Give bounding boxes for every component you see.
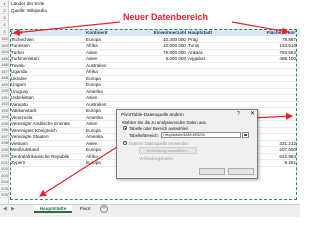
row-number[interactable]: 185 <box>0 56 9 62</box>
row-number[interactable]: 1 <box>0 1 9 7</box>
row-number[interactable]: 200 <box>0 153 9 159</box>
dialog-title: PivotTable-Datenquelle ändern <box>121 112 184 117</box>
row-number[interactable]: 188 <box>0 75 9 81</box>
row-number[interactable]: 3 <box>0 15 9 21</box>
sheet-tab-bar: ◀ ▶ Hauptstädte Pivot + <box>0 204 300 217</box>
ok-button[interactable] <box>199 168 225 175</box>
row-number[interactable]: 184 <box>0 49 9 55</box>
row-number[interactable]: 191 <box>0 95 9 101</box>
collapse-range-icon[interactable] <box>242 132 249 138</box>
info-title: Länder der Erde <box>11 1 45 6</box>
row-number[interactable]: 204 <box>0 179 9 185</box>
row-number[interactable]: 190 <box>0 88 9 94</box>
help-button[interactable]: ? <box>237 111 240 117</box>
row-number[interactable]: 206 <box>0 192 9 198</box>
connection-name-label: Verbindungsname: <box>139 156 174 161</box>
select-connection-button[interactable]: Verbindung auswählen... <box>139 147 197 154</box>
row-number[interactable]: 186 <box>0 62 9 68</box>
row-number[interactable]: 187 <box>0 69 9 75</box>
row-number[interactable]: 202 <box>0 166 9 172</box>
row-number[interactable]: 203 <box>0 173 9 179</box>
cancel-button[interactable] <box>228 168 254 175</box>
row-number[interactable]: 4 <box>0 22 9 28</box>
radio-external-source[interactable] <box>123 141 127 145</box>
row-number[interactable]: 201 <box>0 160 9 166</box>
tab-hauptstaedte[interactable]: Hauptstädte <box>34 205 72 213</box>
row-number[interactable]: 197 <box>0 134 9 140</box>
row-number[interactable]: 5 <box>0 29 9 35</box>
row-number[interactable]: 196 <box>0 127 9 133</box>
dialog-prompt: Wählen Sie die zu analysierenden Daten a… <box>122 120 207 125</box>
new-range-annotation: Neuer Datenbereich <box>123 12 209 22</box>
tab-nav-next-icon[interactable]: ▶ <box>11 206 15 212</box>
pivot-data-source-dialog[interactable]: PivotTable-Datenquelle ändern ? ✕ Wählen… <box>116 109 258 179</box>
close-icon[interactable]: ✕ <box>250 110 255 117</box>
tab-nav-prev-icon[interactable]: ◀ <box>3 206 7 212</box>
tab-pivot[interactable]: Pivot <box>74 205 96 213</box>
radio-table-range[interactable] <box>123 126 127 130</box>
row-number[interactable]: 193 <box>0 108 9 114</box>
row-number[interactable]: 2 <box>0 8 9 14</box>
row-number[interactable]: 189 <box>0 82 9 88</box>
range-input[interactable]: Hauptstädte!$A$5:$E$206 <box>161 132 241 138</box>
row-number[interactable]: 198 <box>0 140 9 146</box>
row-number[interactable]: 194 <box>0 114 9 120</box>
row-number[interactable]: 183 <box>0 43 9 49</box>
range-field-label: Tabelle/Bereich: <box>129 133 159 138</box>
info-source: Quelle: Wikipedia <box>11 8 47 13</box>
row-number[interactable]: 199 <box>0 147 9 153</box>
row-number[interactable]: 192 <box>0 101 9 107</box>
radio-table-range-label: Tabelle oder Bereich auswählen <box>129 125 189 131</box>
row-number[interactable]: 205 <box>0 186 9 192</box>
radio-external-source-label: Externe Datenquelle verwenden <box>129 140 189 146</box>
row-number[interactable]: 195 <box>0 121 9 127</box>
row-number[interactable]: 182 <box>0 36 9 42</box>
add-sheet-icon[interactable]: + <box>100 205 108 213</box>
